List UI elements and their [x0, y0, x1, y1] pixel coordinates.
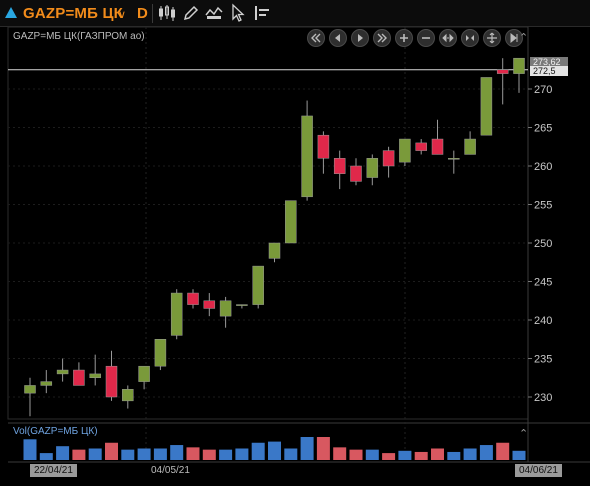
candle-body — [268, 242, 281, 259]
candle-body — [431, 138, 444, 155]
candle-body — [122, 389, 134, 402]
price-pane-frame — [7, 26, 529, 420]
volume-bar — [479, 445, 493, 460]
volume-bar — [121, 449, 135, 460]
volume-bar — [300, 437, 314, 460]
collapse-price-pane-icon[interactable]: ⌃ — [519, 31, 528, 44]
volume-bar — [219, 449, 233, 460]
candle-body — [203, 300, 216, 309]
candle-body — [285, 200, 297, 244]
volume-bar — [382, 453, 396, 460]
candle-body — [138, 365, 150, 382]
x-label-middle: 04/05/21 — [151, 465, 190, 476]
candle-body — [89, 373, 101, 378]
candle-body — [187, 292, 199, 305]
scroll-to-end-icon[interactable] — [373, 29, 391, 47]
volume-bar — [23, 439, 37, 460]
volume-bar — [39, 453, 53, 460]
volume-title: Vol(GAZP=МБ ЦК) — [13, 426, 98, 437]
candle-body — [154, 339, 167, 367]
candle-body — [480, 77, 493, 136]
candle-body — [333, 158, 346, 174]
candle-body — [170, 292, 183, 336]
volume-bar — [268, 441, 281, 460]
candle-body — [219, 300, 232, 317]
candle-body — [73, 369, 85, 386]
candle-body — [399, 138, 411, 163]
candle-body — [317, 134, 330, 159]
volume-bar — [398, 450, 412, 460]
expand-horizontal-icon[interactable] — [439, 29, 457, 47]
candle-body — [496, 69, 509, 74]
volume-bar — [56, 446, 70, 460]
x-label-start: 22/04/21 — [30, 464, 77, 477]
candle-body — [40, 381, 53, 386]
volume-bar — [88, 448, 102, 460]
scroll-right-icon[interactable] — [351, 29, 369, 47]
candle-body — [513, 57, 525, 74]
x-label-end: 04/06/21 — [515, 464, 562, 477]
candle-body — [382, 150, 395, 167]
y-tick-label: 235 — [534, 354, 552, 366]
price-tag-current: 272,5 — [530, 66, 568, 76]
collapse-volume-pane-icon[interactable]: ⌃ — [519, 427, 528, 440]
volume-bar — [349, 449, 363, 460]
volume-bar — [447, 451, 461, 460]
candle-body — [252, 265, 264, 305]
volume-bar — [463, 448, 477, 460]
volume-bar — [365, 449, 379, 460]
volume-bar — [496, 442, 510, 460]
volume-bar — [333, 447, 347, 460]
volume-bar — [316, 437, 330, 460]
y-tick-label: 250 — [534, 238, 552, 250]
y-tick-label: 260 — [534, 161, 552, 173]
price-chart[interactable]: 230 235 240 245 250 255 260 265 270 — [0, 0, 590, 486]
candle-body — [448, 158, 460, 160]
volume-bar — [414, 451, 428, 460]
scroll-left-icon[interactable] — [329, 29, 347, 47]
volume-bar — [170, 445, 184, 460]
candle-body — [236, 304, 248, 306]
candle-body — [301, 115, 313, 198]
volume-bar — [431, 448, 444, 460]
fit-all-icon[interactable] — [483, 29, 501, 47]
candle-body — [24, 385, 36, 394]
compress-horizontal-icon[interactable] — [461, 29, 479, 47]
y-tick-label: 255 — [534, 200, 552, 212]
chart-title: GAZP=МБ ЦК(ГАЗПРОМ ао) — [13, 31, 145, 42]
volume-bar — [512, 450, 526, 460]
y-tick-label: 265 — [534, 123, 552, 135]
zoom-in-icon[interactable] — [395, 29, 413, 47]
volume-bar — [186, 447, 200, 460]
y-tick-label: 230 — [534, 392, 552, 404]
candle-body — [464, 138, 476, 155]
candle-body — [366, 158, 379, 178]
y-tick-label: 270 — [534, 84, 552, 96]
volume-bar — [284, 448, 298, 460]
y-tick-label: 245 — [534, 277, 552, 289]
candle-body — [415, 142, 427, 151]
candle-body — [350, 165, 362, 182]
volume-bar — [235, 448, 249, 460]
volume-bar — [72, 449, 86, 460]
scroll-to-start-icon[interactable] — [307, 29, 325, 47]
y-tick-label: 240 — [534, 315, 552, 327]
volume-bar — [105, 442, 118, 460]
volume-bar — [153, 448, 167, 460]
zoom-out-icon[interactable] — [417, 29, 435, 47]
candle-body — [105, 365, 118, 398]
candle-body — [56, 369, 69, 375]
volume-bar — [251, 442, 265, 460]
volume-bar — [202, 449, 216, 460]
volume-bar — [137, 448, 151, 460]
